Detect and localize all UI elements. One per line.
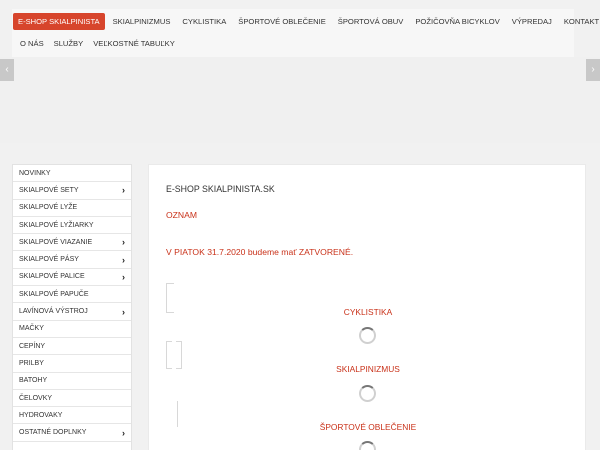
sidebar-item-label: NOVINKY <box>19 169 51 177</box>
sidebar-item-label: SKIALPOVÉ PÁSY <box>19 256 79 264</box>
sidebar-item-label: SKIALPOVÉ PALICE <box>19 273 85 281</box>
sidebar-item-label: HYDROVAKY <box>19 411 63 419</box>
nav-skialpinizmus[interactable]: SKIALPINIZMUS <box>107 13 177 30</box>
nav-eshop-skialpinista[interactable]: E-SHOP SKIALPINISTA <box>13 12 105 30</box>
chevron-right-icon: › <box>122 306 125 317</box>
chevron-right-icon: › <box>122 427 125 438</box>
category-cyklistika[interactable]: CYKLISTIKA <box>149 307 587 317</box>
sidebar-item[interactable]: NOVINKY <box>13 165 131 183</box>
nav-kontakt[interactable]: KONTAKT <box>558 13 600 30</box>
sidebar-item-label: MAČKY <box>19 325 44 333</box>
loading-spinner-icon <box>359 327 376 344</box>
chevron-right-icon[interactable]: › <box>586 59 600 81</box>
nav-row-primary: E-SHOP SKIALPINISTA SKIALPINIZMUS CYKLIS… <box>12 9 599 33</box>
main-navigation: E-SHOP SKIALPINISTA SKIALPINIZMUS CYKLIS… <box>12 9 599 57</box>
chevron-right-icon: › <box>122 237 125 248</box>
sidebar-item[interactable]: SKIALPOVÉ SETY › <box>13 182 131 200</box>
sidebar-item[interactable]: CEPÍNY <box>13 338 131 356</box>
main-content: E-SHOP SKIALPINISTA.SK OZNAM V PIATOK 31… <box>148 164 586 450</box>
sidebar-item[interactable]: LAVÍNOVÁ VÝSTROJ › <box>13 303 131 321</box>
sidebar-item-label: SKIALPOVÉ LYŽE <box>19 204 78 212</box>
sidebar-item-label: SKIALPOVÉ PAPUČE <box>19 290 89 298</box>
sidebar-item-label: SKIALPOVÉ SETY <box>19 186 79 194</box>
sidebar-item[interactable]: SKIALPOVÉ PÁSY › <box>13 251 131 269</box>
sidebar-item[interactable]: SKIALPOVÉ LYŽIARKY <box>13 217 131 235</box>
nav-velkostne-tabulky[interactable]: VEĽKOSTNÉ TABUĽKY <box>88 35 180 52</box>
nav-row-secondary: O NÁS SLUŽBY VEĽKOSTNÉ TABUĽKY <box>12 33 574 53</box>
category-sportove-oblecenie[interactable]: ŠPORTOVÉ OBLEČENIE <box>149 422 587 432</box>
chevron-right-icon: › <box>122 185 125 196</box>
sidebar-item-label: OSTATNÉ DOPLNKY <box>19 429 87 437</box>
page-title: E-SHOP SKIALPINISTA.SK <box>166 184 275 194</box>
notice-heading: OZNAM <box>166 210 198 220</box>
sidebar-item[interactable]: PRILBY <box>13 355 131 373</box>
sidebar-item[interactable]: SKIALPOVÉ PALICE › <box>13 269 131 287</box>
category-sidebar: NOVINKY SKIALPOVÉ SETY › SKIALPOVÉ LYŽE SKIA… <box>12 164 132 450</box>
sidebar-item-label: CEPÍNY <box>19 342 46 350</box>
sidebar-item[interactable]: OSTATNÉ DOPLNKY › <box>13 424 131 442</box>
category-skialpinizmus[interactable]: SKIALPINIZMUS <box>149 364 587 374</box>
sidebar-item[interactable]: SKIALPOVÉ LYŽE <box>13 200 131 217</box>
sidebar-item-label: SKIALPOVÉ VIAZANIE <box>19 238 93 246</box>
sidebar-item-label: SKIALPOVÉ LYŽIARKY <box>19 221 94 229</box>
loading-spinner-icon <box>359 385 376 402</box>
chevron-left-icon[interactable]: ‹ <box>0 59 14 81</box>
sidebar-item[interactable]: HYDROVAKY <box>13 407 131 425</box>
nav-sportove-oblecenie[interactable]: ŠPORTOVÉ OBLEČENIE <box>232 13 332 30</box>
sidebar-item-label: ČELOVKY <box>19 394 53 402</box>
sidebar-item[interactable]: SKIALPOVÉ VIAZANIE › <box>13 234 131 252</box>
nav-o-nas[interactable]: O NÁS <box>15 35 49 52</box>
nav-cyklistika[interactable]: CYKLISTIKA <box>176 13 232 30</box>
banner-slider <box>0 57 600 143</box>
loading-spinner-icon <box>359 441 376 450</box>
sidebar-item[interactable]: SKIALPOVÉ PAPUČE <box>13 286 131 304</box>
sidebar-item-label: LAVÍNOVÁ VÝSTROJ <box>19 308 88 316</box>
nav-pozicovna-bicyklov[interactable]: POŽIČOVŇA BICYKLOV <box>409 13 505 30</box>
chevron-right-icon: › <box>122 254 125 265</box>
notice-text: V PIATOK 31.7.2020 budeme mať ZATVORENÉ. <box>166 247 354 257</box>
sidebar-item-label: BATOHY <box>19 377 48 385</box>
nav-sportova-obuv[interactable]: ŠPORTOVÁ OBUV <box>332 13 410 30</box>
sidebar-item[interactable]: ČELOVKY <box>13 390 131 408</box>
nav-vypredaj[interactable]: VÝPREDAJ <box>506 13 558 30</box>
chevron-right-icon: › <box>122 271 125 282</box>
sidebar-item[interactable]: MAČKY <box>13 321 131 338</box>
sidebar-item-label: PRILBY <box>19 359 44 367</box>
sidebar-item[interactable]: BATOHY <box>13 373 131 390</box>
nav-sluzby[interactable]: SLUŽBY <box>49 35 89 52</box>
